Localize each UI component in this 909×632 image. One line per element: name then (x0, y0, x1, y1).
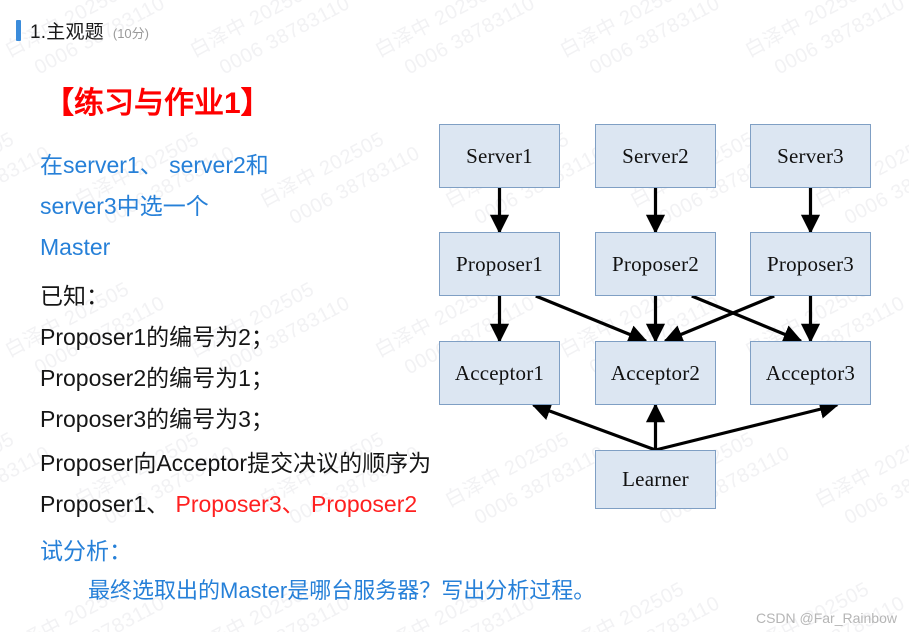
question-content: 【练习与作业1】 在server1、 server2和 server3中选一个 … (0, 0, 909, 632)
prompt-line-2: server3中选一个 (40, 193, 209, 219)
order-sequence: Proposer1、 Proposer3、 Proposer2 (40, 484, 560, 525)
analysis-label: 试分析： (40, 538, 132, 564)
order-intro: Proposer向Acceptor提交决议的顺序为 (40, 450, 432, 476)
known-line-3: Proposer3的编号为3； (40, 406, 274, 432)
prompt-line-3: Master (40, 234, 111, 260)
analysis-question: 最终选取出的Master是哪台服务器？写出分析过程。 (88, 578, 596, 603)
known-line-1: Proposer1的编号为2； (40, 324, 274, 350)
exercise-title: 【练习与作业1】 (44, 87, 271, 120)
slide-root: 白泽中 202505 0006 38783110 白泽中 202505 0006 … (0, 0, 909, 632)
prompt-block: 在server1、 server2和 server3中选一个 Master (40, 145, 370, 268)
known-label: 已知： (40, 283, 109, 309)
known-line-2: Proposer2的编号为1； (40, 365, 274, 391)
order-highlighted-items: Proposer3、 Proposer2 (175, 491, 418, 517)
order-first-item: Proposer1、 (40, 491, 176, 517)
known-block: 已知： Proposer1的编号为2； Proposer2的编号为1； Prop… (40, 276, 440, 440)
csdn-signature: CSDN @Far_Rainbow (755, 610, 897, 626)
analysis-block: 试分析： 最终选取出的Master是哪台服务器？写出分析过程。 (40, 531, 800, 611)
submission-order-block: Proposer向Acceptor提交决议的顺序为 Proposer1、 Pro… (40, 443, 560, 525)
prompt-line-1: 在server1、 server2和 (40, 152, 269, 178)
